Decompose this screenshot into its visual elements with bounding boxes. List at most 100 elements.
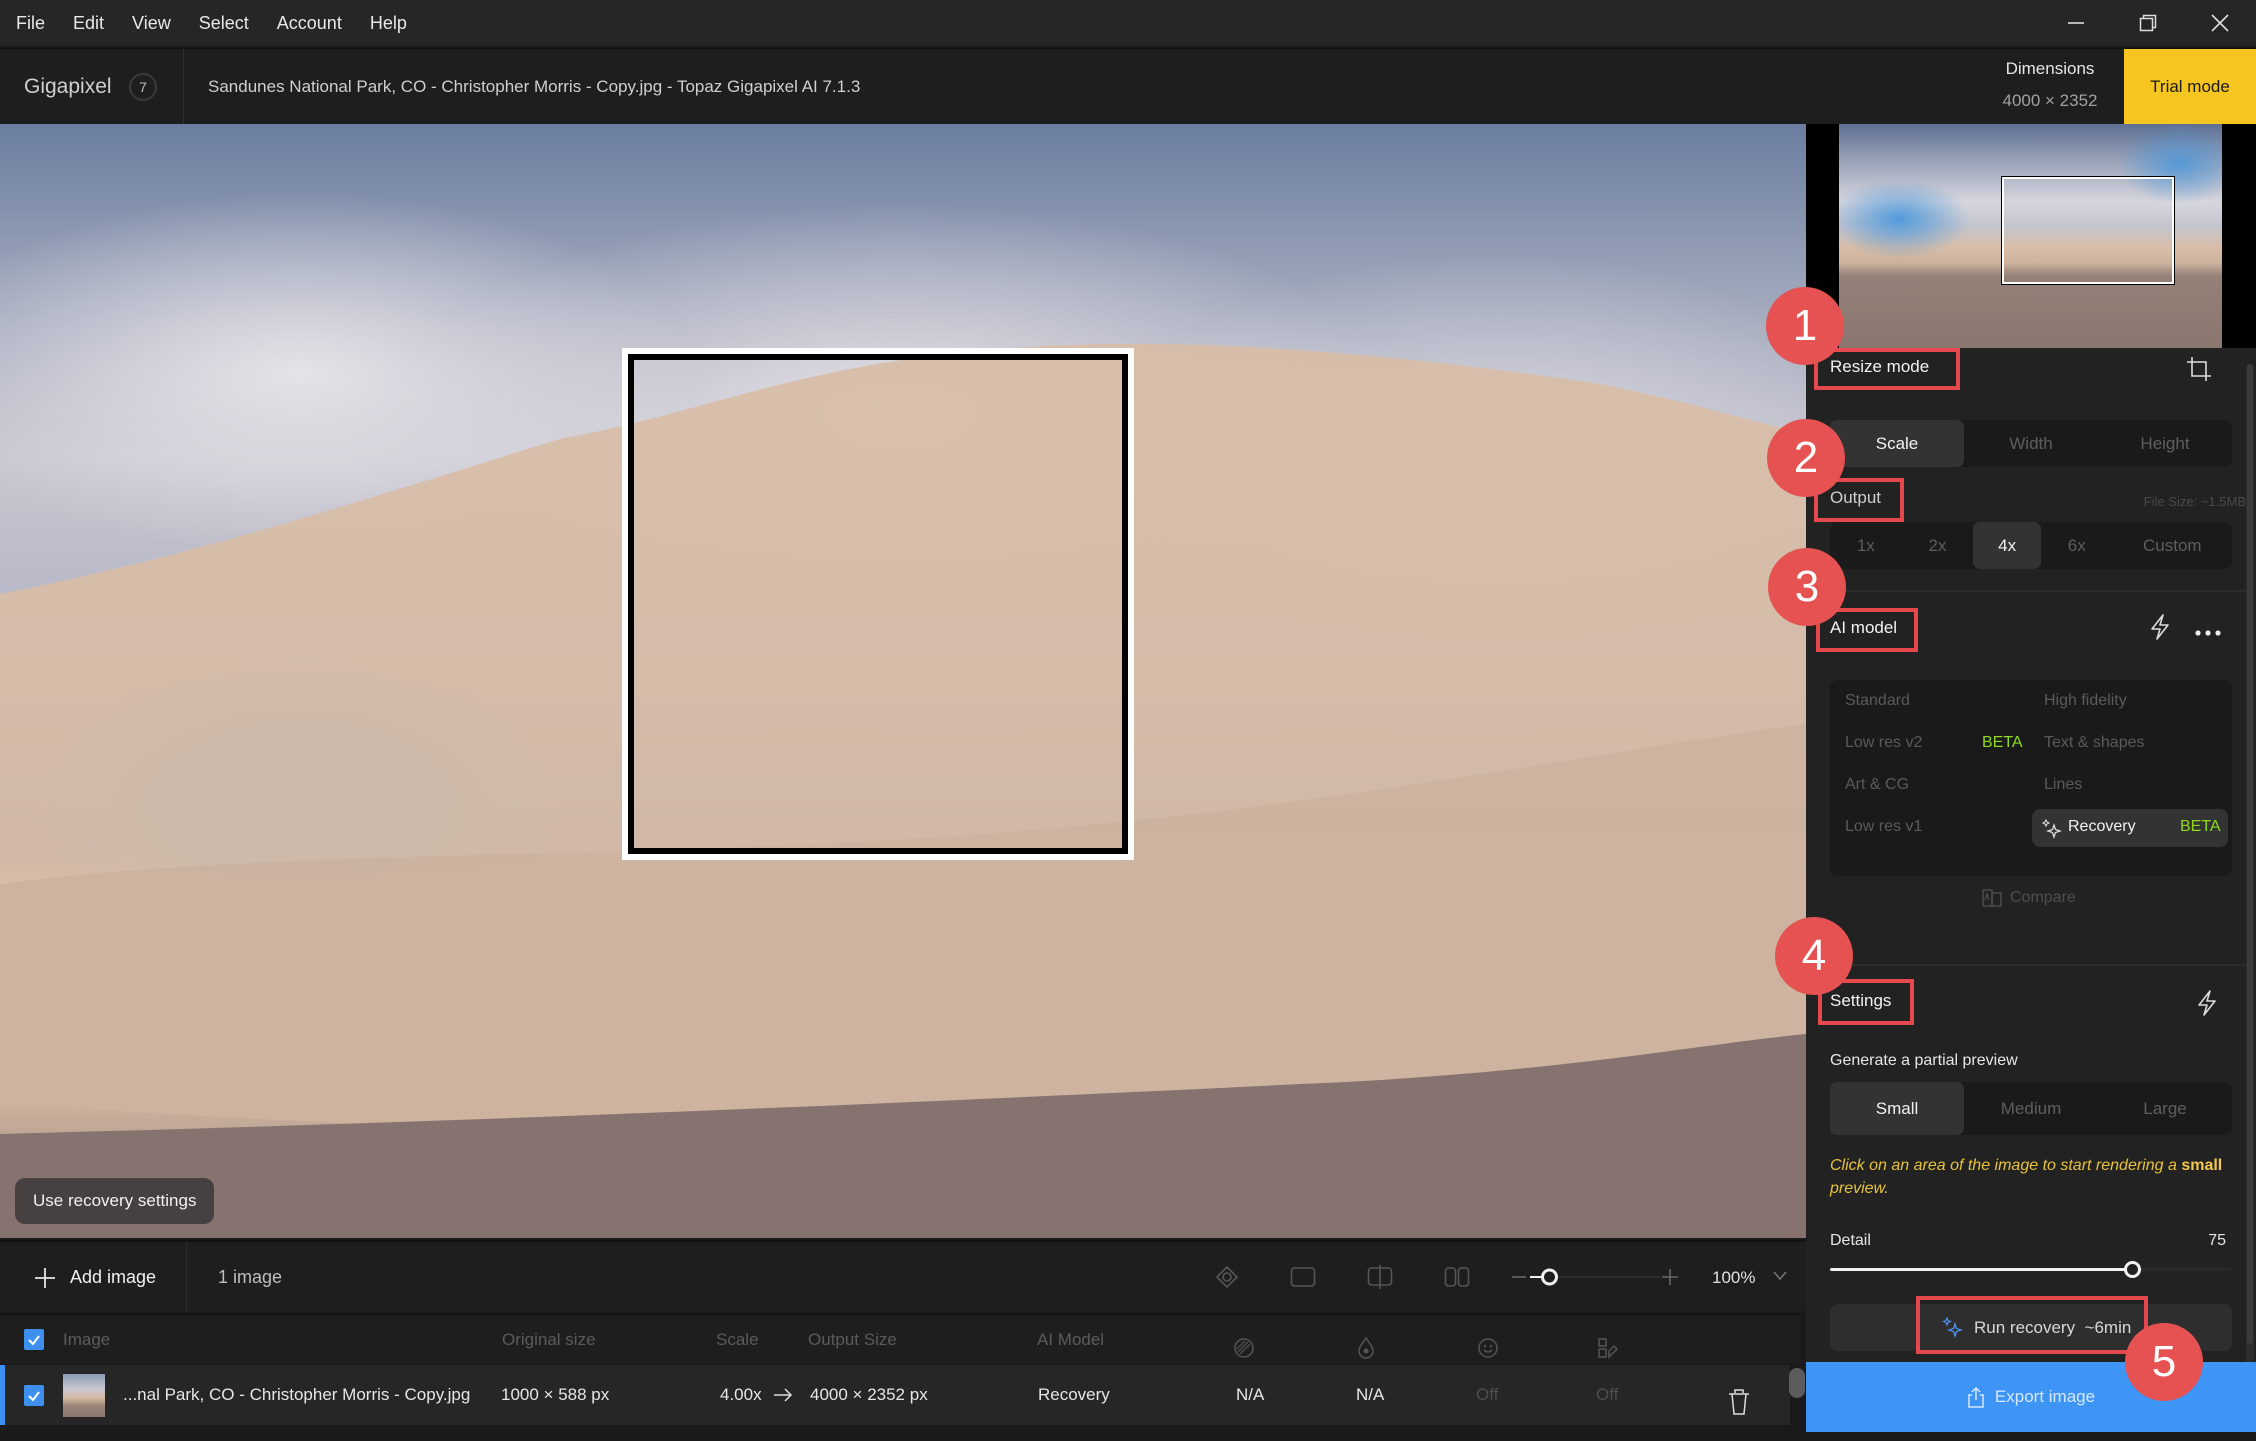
row-sharpen-value: N/A [1356, 1385, 1385, 1404]
detail-slider[interactable] [1830, 1261, 2232, 1278]
panel-scrollbar-thumb[interactable] [2247, 364, 2253, 1344]
sparkle-icon [2042, 819, 2062, 839]
menu-view[interactable]: View [118, 13, 185, 34]
app-version-badge[interactable]: 7 [129, 73, 157, 101]
model-text-shapes[interactable]: Text & shapes [2044, 734, 2145, 752]
column-header-sharpen[interactable] [1357, 1329, 1375, 1359]
column-header-image[interactable]: Image [63, 1315, 110, 1365]
dimensions-label: Dimensions [2005, 59, 2095, 78]
output-option-custom[interactable]: Custom [2113, 522, 2232, 569]
model-low-res-v2[interactable]: Low res v2 [1845, 734, 1922, 752]
minimize-button[interactable] [2040, 0, 2112, 46]
crop-icon [2187, 357, 2211, 381]
image-canvas[interactable]: Use recovery settings [0, 124, 1806, 1238]
model-high-fidelity[interactable]: High fidelity [2044, 692, 2127, 710]
navigator[interactable] [1806, 124, 2256, 348]
row-original-size: 1000 × 588 px [501, 1385, 610, 1404]
color-icon [1598, 1338, 1619, 1359]
zoom-dropdown-button[interactable] [1772, 1266, 1788, 1291]
split-view-button[interactable] [1365, 1262, 1395, 1292]
use-recovery-settings-button[interactable]: Use recovery settings [15, 1178, 215, 1224]
row-checkbox[interactable] [24, 1385, 44, 1406]
zoom-slider-graphic [1512, 1268, 1678, 1286]
annotation-badge-1: 1 [1766, 287, 1844, 365]
crop-button[interactable] [2186, 356, 2212, 387]
navigator-viewport-box[interactable] [2001, 176, 2175, 285]
beta-badge: BETA [1982, 734, 2023, 751]
row-selected-indicator [0, 1365, 5, 1425]
model-recovery[interactable]: Recovery BETA [2032, 809, 2228, 847]
app-header: Gigapixel 7 Sandunes National Park, CO -… [0, 48, 2256, 125]
row-file-name: ...nal Park, CO - Christopher Morris - C… [123, 1385, 471, 1404]
resize-option-height[interactable]: Height [2098, 420, 2232, 467]
column-header-original-size[interactable]: Original size [502, 1315, 596, 1365]
toggle-original-button[interactable] [1212, 1262, 1242, 1292]
output-option-1x[interactable]: 1x [1830, 522, 1902, 569]
menu-help[interactable]: Help [356, 13, 421, 34]
column-header-color[interactable] [1597, 1329, 1619, 1359]
select-all-checkbox[interactable] [24, 1329, 44, 1350]
table-row[interactable]: ...nal Park, CO - Christopher Morris - C… [0, 1365, 1790, 1425]
dimensions-readout: Dimensions 4000 × 2352 [1980, 59, 2120, 111]
partial-preview-label: Generate a partial preview [1830, 1052, 2018, 1069]
app-name: Gigapixel [24, 75, 112, 98]
plus-icon [35, 1267, 55, 1288]
output-option-2x[interactable]: 2x [1902, 522, 1974, 569]
row-denoise-value: N/A [1236, 1385, 1265, 1404]
restore-button[interactable] [2112, 0, 2184, 46]
toolbar-divider [186, 1242, 187, 1313]
chevron-down-icon [1773, 1271, 1787, 1281]
denoise-icon [1234, 1338, 1254, 1358]
ai-model-quick-button[interactable] [2149, 614, 2171, 645]
output-option-4x[interactable]: 4x [1973, 522, 2041, 569]
side-by-side-button[interactable] [1442, 1262, 1472, 1292]
preview-option-large[interactable]: Large [2098, 1082, 2232, 1135]
menu-file[interactable]: File [0, 13, 59, 34]
compare-button[interactable]: Compare [1982, 888, 2076, 908]
preview-region-frame[interactable] [622, 348, 1134, 860]
detail-slider-thumb[interactable] [2123, 1261, 2141, 1278]
single-view-icon [1290, 1267, 1316, 1287]
preview-option-medium[interactable]: Medium [1964, 1082, 2098, 1135]
file-title: Sandunes National Park, CO - Christopher… [208, 77, 861, 96]
annotation-badge-3: 3 [1768, 548, 1846, 626]
preview-size-segmented: Small Medium Large [1830, 1082, 2232, 1135]
settings-quick-button[interactable] [2196, 990, 2218, 1021]
zoom-percent[interactable]: 100% [1712, 1242, 1755, 1313]
single-view-button[interactable] [1288, 1262, 1318, 1292]
output-scale-segmented: 1x 2x 4x 6x Custom [1830, 522, 2232, 569]
column-header-scale[interactable]: Scale [716, 1315, 759, 1365]
minimize-icon [2068, 22, 2084, 24]
share-export-icon [1968, 1386, 1984, 1408]
output-option-6x[interactable]: 6x [2041, 522, 2113, 569]
compare-icon [1982, 889, 2002, 907]
column-header-output-size[interactable]: Output Size [808, 1315, 897, 1365]
side-by-side-icon [1444, 1267, 1470, 1287]
close-button[interactable] [2184, 0, 2256, 46]
trial-mode-button[interactable]: Trial mode [2124, 49, 2256, 125]
model-lines[interactable]: Lines [2044, 776, 2082, 794]
dimensions-value: 4000 × 2352 [2002, 91, 2098, 110]
preview-option-small[interactable]: Small [1830, 1082, 1964, 1135]
resize-option-width[interactable]: Width [1964, 420, 2098, 467]
detail-label: Detail [1830, 1232, 1871, 1249]
column-header-face-recovery[interactable] [1477, 1329, 1499, 1358]
ai-model-more-button[interactable] [2194, 624, 2222, 642]
column-header-denoise[interactable] [1233, 1329, 1255, 1358]
menu-account[interactable]: Account [263, 13, 356, 34]
add-image-button[interactable]: Add image [34, 1242, 156, 1313]
resize-option-scale[interactable]: Scale [1830, 420, 1964, 467]
zoom-slider[interactable] [1510, 1242, 1680, 1313]
menu-edit[interactable]: Edit [59, 13, 118, 34]
more-horizontal-icon [2195, 630, 2221, 636]
column-header-ai-model[interactable]: AI Model [1037, 1315, 1104, 1365]
zoom-thumb [1541, 1268, 1558, 1286]
annotation-badge-4: 4 [1775, 917, 1853, 995]
model-art-cg[interactable]: Art & CG [1845, 776, 1909, 794]
table-scrollbar[interactable] [1789, 1368, 1805, 1398]
model-standard[interactable]: Standard [1845, 692, 1910, 710]
row-output-size: 4000 × 2352 px [810, 1385, 928, 1404]
model-low-res-v1[interactable]: Low res v1 [1845, 818, 1922, 836]
delete-row-button[interactable] [1728, 1381, 1750, 1415]
menu-select[interactable]: Select [185, 13, 263, 34]
